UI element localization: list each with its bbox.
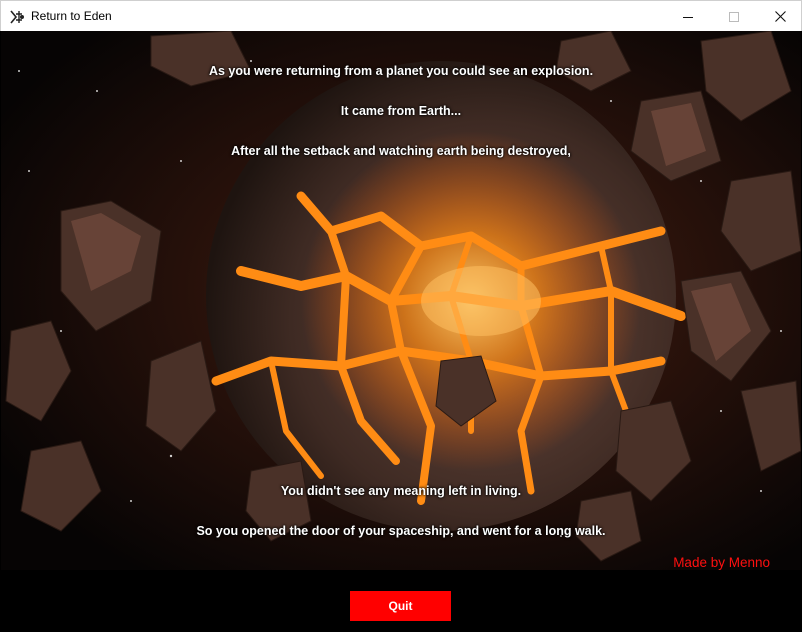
minimize-button[interactable] xyxy=(665,1,711,32)
minimize-icon xyxy=(683,16,693,18)
maximize-button[interactable] xyxy=(711,1,757,32)
credit-text: Made by Menno xyxy=(673,555,770,570)
game-scene: As you were returning from a planet you … xyxy=(1,31,801,570)
story-line-4: You didn't see any meaning left in livin… xyxy=(280,484,522,498)
story-line-3: After all the setback and watching earth… xyxy=(231,144,571,158)
close-icon xyxy=(774,11,786,22)
app-icon xyxy=(9,9,25,25)
story-line-1: As you were returning from a planet you … xyxy=(208,64,594,78)
quit-button[interactable]: Quit xyxy=(350,591,451,621)
story-line-2: It came from Earth... xyxy=(340,104,462,118)
story-line-5: So you opened the door of your spaceship… xyxy=(196,524,606,538)
control-bar: Quit xyxy=(0,570,802,632)
title-bar: Return to Eden xyxy=(0,0,802,31)
close-button[interactable] xyxy=(757,1,802,32)
maximize-icon xyxy=(729,11,739,22)
window-title: Return to Eden xyxy=(31,9,112,23)
